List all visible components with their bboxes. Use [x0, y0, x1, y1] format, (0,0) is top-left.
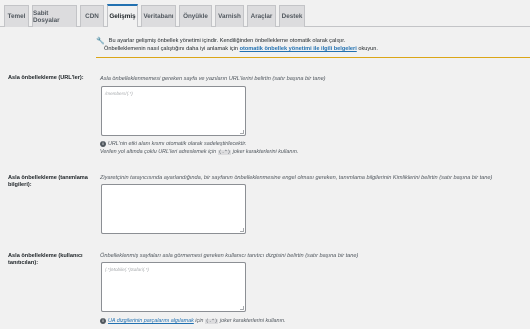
resize-handle[interactable] — [240, 130, 244, 134]
never-cache-user-agents-textarea[interactable]: (.*)Mobile(.*)Safari(.*) — [101, 262, 246, 312]
tab-sabit-dosyalar[interactable]: Sabit Dosyalar — [32, 5, 77, 27]
never-cache-cookies-label: Asla önbellekleme (tanımlama bilgileri): — [8, 175, 88, 189]
never-cache-urls-description: Asla önbelleklenmemesi gereken sayfa ve … — [100, 76, 326, 82]
resize-handle[interactable] — [240, 228, 244, 232]
tab-temel[interactable]: Temel — [4, 5, 29, 27]
tab-destek[interactable]: Destek — [279, 5, 305, 27]
never-cache-urls-hint1: i URL'nin etki alanı kısmı otomatik olara… — [100, 140, 247, 148]
tab-onyukle[interactable]: Önyükle — [179, 5, 212, 27]
never-cache-user-agents-description: Önbelleklenmiş sayfaları asla görmemesi … — [100, 253, 359, 259]
notice-line1: Bu ayarlar gelişmiş önbellek yönetimi iç… — [108, 38, 346, 44]
tab-veritabani[interactable]: Veritabanı — [141, 5, 176, 27]
info-notice: 🔧 Bu ayarlar gelişmiş önbellek yönetimi … — [96, 35, 530, 58]
wrench-icon: 🔧 — [96, 38, 105, 45]
never-cache-user-agents-placeholder: (.*)Mobile(.*)Safari(.*) — [105, 267, 149, 272]
advanced-settings-panel: 🔧 Bu ayarlar gelişmiş önbellek yönetimi … — [0, 27, 530, 329]
wildcard-code: (.*) — [204, 319, 219, 324]
never-cache-cookies-description: Ziyaretçinin tarayıcısında ayarlandığınd… — [100, 175, 493, 181]
info-icon: i — [100, 317, 106, 324]
tab-araclar[interactable]: Araçlar — [247, 5, 276, 27]
notice-line2-prefix: Önbelleklemenin nasıl çalıştığını daha i… — [104, 46, 239, 52]
notice-line2-suffix: okuyun. — [358, 46, 378, 52]
never-cache-urls-placeholder: /members/(.*) — [105, 91, 133, 96]
wildcard-code: (.*) — [217, 150, 232, 155]
settings-tab-bar: Temel Sabit Dosyalar CDN Gelişmiş Verita… — [0, 0, 530, 27]
never-cache-user-agents-label: Asla önbellekleme (kullanıcı tanıtıcılar… — [8, 253, 83, 267]
never-cache-urls-hint2: Verilen yol altında çoklu URL'leri adres… — [100, 149, 299, 155]
never-cache-urls-textarea[interactable]: /members/(.*) — [101, 86, 246, 136]
info-icon: i — [100, 140, 106, 147]
tab-varnish[interactable]: Varnish — [215, 5, 244, 27]
never-cache-urls-label: Asla önbellekleme (URL'ler): — [8, 75, 84, 81]
resize-handle[interactable] — [240, 306, 244, 310]
never-cache-user-agents-hint: i UA dizgilerinin parçalarını algılamak i… — [100, 317, 286, 326]
tab-gelismis[interactable]: Gelişmiş — [107, 4, 138, 27]
documentation-link[interactable]: otomatik önbellek yönetimi ile ilgili be… — [240, 46, 357, 52]
never-cache-cookies-textarea[interactable] — [101, 184, 246, 234]
ua-strings-link[interactable]: UA dizgilerinin parçalarını algılamak — [108, 318, 194, 324]
tab-cdn[interactable]: CDN — [80, 5, 104, 27]
